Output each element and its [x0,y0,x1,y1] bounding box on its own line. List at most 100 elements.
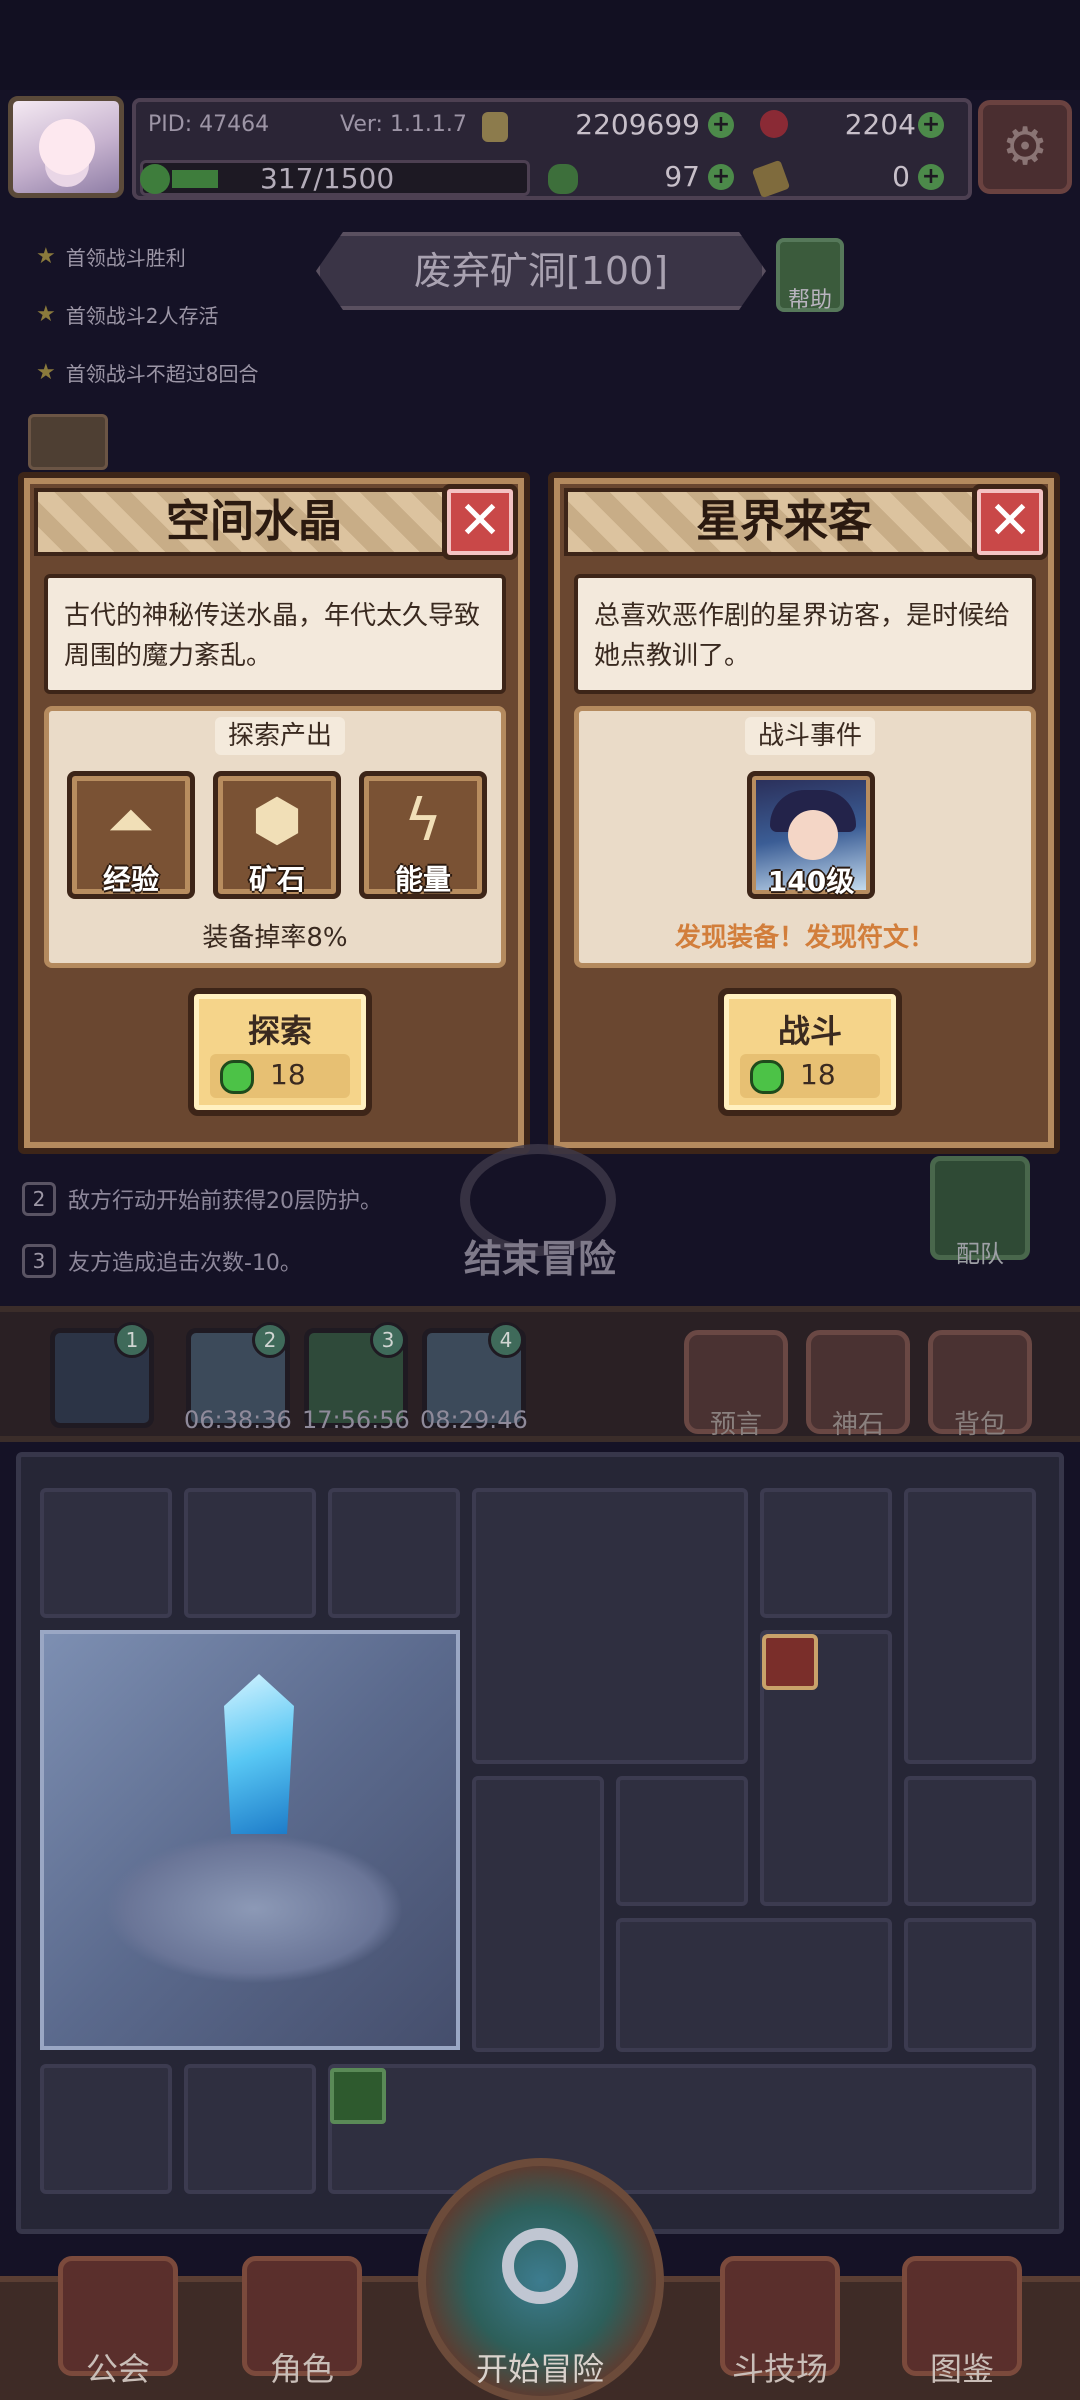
card-description: 古代的神秘传送水晶，年代太久导致周围的魔力紊乱。 [44,574,506,694]
ruby-icon [760,110,788,138]
green-gem-icon [750,1060,784,1094]
crystal-graphic [224,1674,294,1834]
clover-amount: 97 [664,160,700,193]
fight-button[interactable]: 战斗 18 [718,988,902,1116]
rocks-graphic [104,1834,404,1984]
top-bar-background [0,0,1080,90]
god-stone-label: 神石 [831,1410,884,1440]
green-gem-icon [220,1060,254,1094]
resource-label: 矿石 [248,863,305,896]
current-tile-space-crystal[interactable] [40,1630,460,2050]
drop-rate: 装备掉率8% [202,923,348,953]
slot-timer: 08:29:46 [420,1406,528,1434]
star-icon: ★ [36,360,56,385]
stage-name-banner: 废弃矿洞[100] [316,232,766,310]
map-tile[interactable] [616,1918,892,2052]
star-icon: ★ [36,244,56,269]
resource-ore: ⬢ 矿石 [213,771,341,899]
clover-currency-icon [548,164,578,194]
quest-label: 首领战斗胜利 [65,246,186,270]
rule-number: 3 [22,1244,56,1278]
slot-number: 3 [370,1322,406,1358]
map-tile[interactable] [904,1488,1036,1764]
version-label: Ver: 1.1.1.7 [340,112,467,137]
exp-bar-fill [172,170,218,188]
add-gold-button[interactable]: + [708,112,734,138]
map-tile[interactable] [472,1776,604,2052]
nav-codex[interactable]: 图鉴 [882,2344,1042,2390]
map-tile[interactable] [904,1918,1036,2052]
slot-number: 2 [252,1322,288,1358]
prophecy-label: 预言 [709,1410,762,1440]
resource-label: 经验 [102,863,159,896]
enemy-portrait: 140级 [747,771,875,899]
event-marker-icon[interactable] [330,2068,386,2124]
quest-item: ★ 首领战斗胜利 [36,242,186,271]
enemy-face [788,810,838,860]
slot-number: 4 [488,1322,524,1358]
rule-item: 3 友方造成追击次数-10。 [22,1244,302,1278]
map-tile[interactable] [40,2064,172,2194]
exp-value: 317/1500 [260,162,395,195]
button-label: 探索 [247,1012,312,1050]
close-button[interactable]: ✕ [442,484,518,560]
quest-item: ★ 首领战斗不超过8回合 [36,358,258,387]
team-strip [0,1306,1080,1442]
nav-arena[interactable]: 斗技场 [700,2344,860,2390]
chest-icon[interactable] [28,414,108,470]
slot-timer: 17:56:56 [302,1406,410,1434]
key-item-amount: 0 [892,160,910,193]
cost-value: 18 [270,1058,306,1091]
cost-pill: 18 [740,1054,880,1098]
resource-exp: ⏶ 经验 [67,771,195,899]
card-title: 星界来客 [564,488,1004,556]
resource-label: 能量 [394,863,451,896]
card-title: 空间水晶 [34,488,474,556]
section-title: 战斗事件 [745,717,875,755]
map-tile[interactable] [40,1488,172,1618]
nav-start-adventure[interactable]: 开始冒险 [430,2344,650,2390]
help-label: 帮助 [787,288,832,313]
lightning-icon: ϟ [403,786,443,854]
rule-text: 敌方行动开始前获得20层防护。 [68,1189,382,1214]
battle-event-panel: 战斗事件 140级 发现装备！发现符文！ [574,706,1036,968]
star-icon: ★ [36,302,56,327]
map-tile[interactable] [184,1488,316,1618]
cost-value: 18 [800,1058,836,1091]
enemy-marker-icon[interactable] [762,1634,818,1690]
slot-timer: 06:38:36 [184,1406,292,1434]
map-tile[interactable] [904,1776,1036,1906]
map-tile-crystals[interactable] [472,1488,748,1764]
quest-label: 首领战斗2人存活 [65,304,219,328]
exp-arrow-icon: ⏶ [107,786,155,854]
explore-button[interactable]: 探索 18 [188,988,372,1116]
add-clover-button[interactable]: + [708,164,734,190]
event-card-astral-visitor: 星界来客 ✕ 总喜欢恶作剧的星界访客，是时候给她点教训了。 战斗事件 140级 … [548,472,1060,1154]
end-adventure-button[interactable]: 结束冒险 [420,1228,660,1283]
ore-icon: ⬢ [251,786,303,854]
gem-amount: 2204 [844,108,916,141]
add-gem-button[interactable]: + [918,112,944,138]
map-tile[interactable] [328,1488,460,1618]
nav-guild[interactable]: 公会 [38,2344,198,2390]
reward-note: 发现装备！发现符文！ [674,923,935,953]
map-tile[interactable] [760,1488,892,1618]
map-tile-mushrooms[interactable] [328,2064,1036,2194]
coin-icon [482,112,508,142]
add-key-item-button[interactable]: + [918,164,944,190]
quest-item: ★ 首领战斗2人存活 [36,300,218,329]
resource-energy: ϟ 能量 [359,771,487,899]
magnifier-icon [502,2228,578,2304]
exploration-output-panel: 探索产出 ⏶ 经验 ⬢ 矿石 ϟ 能量 装备掉率8% [44,706,506,968]
map-tile[interactable] [616,1776,748,1906]
settings-gear-button[interactable]: ⚙ [978,100,1072,194]
close-button[interactable]: ✕ [972,484,1048,560]
nav-character[interactable]: 角色 [222,2344,382,2390]
player-avatar[interactable] [8,96,124,198]
event-card-crystal: 空间水晶 ✕ 古代的神秘传送水晶，年代太久导致周围的魔力紊乱。 探索产出 ⏶ 经… [18,472,530,1154]
section-title: 探索产出 [215,717,345,755]
cost-pill: 18 [210,1054,350,1098]
rule-text: 友方造成追击次数-10。 [68,1251,302,1276]
clover-icon [140,164,170,194]
map-tile[interactable] [184,2064,316,2194]
